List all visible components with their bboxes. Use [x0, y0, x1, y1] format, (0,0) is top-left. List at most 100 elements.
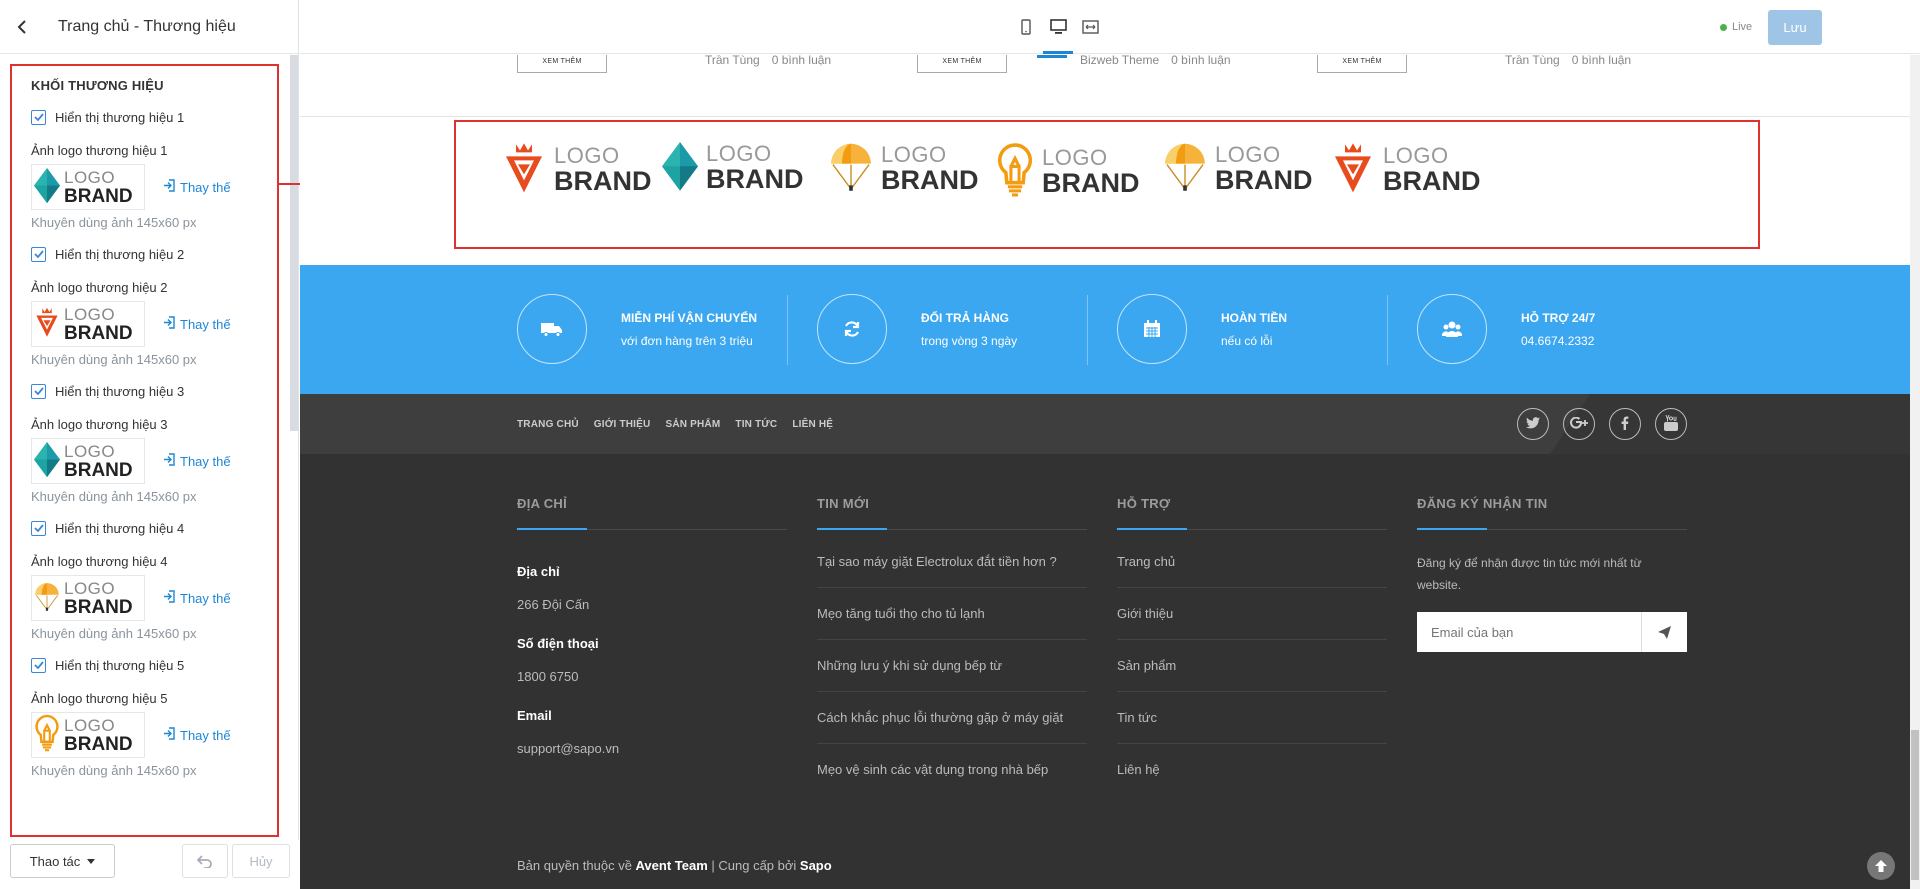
twitter-icon [1526, 416, 1540, 432]
brand-text-top: LOGO [554, 142, 620, 168]
youtube-button[interactable] [1655, 408, 1687, 440]
email-input[interactable] [1417, 612, 1641, 652]
toggle-label: Hiển thị thương hiệu 5 [55, 657, 185, 673]
brands-section[interactable]: LOGO BRAND LOGO BRAND LOGO BRAND LOGO BR… [454, 120, 1760, 249]
brand-visibility-toggle[interactable]: Hiển thị thương hiệu 2 [31, 244, 277, 264]
social-links [1517, 408, 1687, 440]
replace-image-link[interactable]: Thay thế [163, 727, 231, 743]
fullwidth-view-button[interactable] [1081, 17, 1099, 37]
logo-thumbnail[interactable]: LOGO BRAND [31, 164, 145, 210]
footer-nav-link[interactable]: SẢN PHẨM [665, 419, 720, 430]
back-button[interactable] [12, 17, 32, 37]
address-value: 266 Đội Cấn [517, 597, 590, 612]
undo-icon [197, 855, 212, 868]
twitter-button[interactable] [1517, 408, 1549, 440]
replace-image-link[interactable]: Thay thế [163, 453, 231, 469]
image-size-hint: Khuyên dùng ảnh 145x60 px [31, 626, 197, 641]
replace-image-link[interactable]: Thay thế [163, 316, 231, 332]
toggle-label: Hiển thị thương hiệu 4 [55, 520, 185, 536]
feature-subtitle: 04.6674.2332 [1521, 333, 1595, 348]
replace-image-link[interactable]: Thay thế [163, 590, 231, 606]
news-link[interactable]: Tại sao máy giặt Electrolux đắt tiền hơn… [817, 536, 1087, 588]
footer-address-col: ĐỊA CHỈ Địa chỉ 266 Đội Cấn Số điện thoạ… [517, 496, 787, 756]
support-link[interactable]: Liên hệ [1117, 744, 1387, 795]
news-link[interactable]: Mẹo tăng tuổi thọ cho tủ lạnh [817, 588, 1087, 640]
brand-logo[interactable]: LOGO BRAND [662, 142, 804, 194]
brand-logo[interactable]: LOGO BRAND [829, 142, 979, 196]
brand-logo[interactable]: LOGO BRAND [1163, 142, 1313, 196]
preview-scrollbar-thumb[interactable] [1911, 730, 1919, 880]
support-link[interactable]: Tin tức [1117, 692, 1387, 744]
support-link[interactable]: Giới thiệu [1117, 588, 1387, 640]
read-more-button[interactable]: XEM THÊM [1317, 55, 1407, 73]
logo-thumbnail[interactable]: LOGO BRAND [31, 575, 145, 621]
checkbox-checked-icon[interactable] [31, 657, 46, 673]
brand-text-top: LOGO [706, 140, 772, 166]
news-link[interactable]: Mẹo vệ sinh các vật dụng trong nhà bếp [817, 744, 1087, 795]
facebook-button[interactable] [1609, 408, 1641, 440]
news-link[interactable]: Cách khắc phục lỗi thường gặp ở máy giặt [817, 692, 1087, 744]
read-more-button[interactable]: XEM THÊM [917, 55, 1007, 73]
blog-strip: XEM THÊM Trần Tùng 0 bình luận XEM THÊM … [300, 55, 1910, 117]
live-label: Live [1732, 21, 1753, 33]
brand-text-bottom: BRAND [881, 164, 979, 195]
news-link[interactable]: Những lưu ý khi sử dụng bếp từ [817, 640, 1087, 692]
logo-image-row: LOGO BRAND Thay thế [31, 574, 277, 622]
checkbox-checked-icon[interactable] [31, 246, 46, 262]
footer-nav-link[interactable]: TIN TỨC [735, 419, 777, 430]
footer-nav-link[interactable]: GIỚI THIỆU [594, 419, 651, 430]
feature-divider [1387, 295, 1388, 365]
logo-image-row: LOGO BRAND Thay thế [31, 437, 277, 485]
brand-text: LOGO BRAND [1042, 147, 1140, 197]
logo-thumbnail[interactable]: LOGO BRAND [31, 712, 145, 758]
live-dot-icon [1720, 23, 1727, 31]
youtube-icon [1664, 414, 1678, 434]
cancel-button[interactable]: Hủy [232, 844, 290, 878]
checkbox-checked-icon[interactable] [31, 520, 46, 536]
footer-nav-link[interactable]: LIÊN HỆ [792, 419, 833, 430]
support-link[interactable]: Sản phẩm [1117, 640, 1387, 692]
lightbulb-icon [996, 142, 1034, 202]
actions-dropdown[interactable]: Thao tác [10, 844, 115, 878]
site-preview: XEM THÊM Trần Tùng 0 bình luận XEM THÊM … [300, 55, 1910, 889]
device-switcher [1017, 17, 1099, 54]
feature-item: HỖ TRỢ 24/7 04.6674.2332 [1417, 294, 1595, 364]
checkbox-checked-icon[interactable] [31, 109, 46, 125]
brand-text-bottom: BRAND [1383, 165, 1481, 196]
footer-nav-link[interactable]: TRANG CHỦ [517, 419, 579, 430]
brand-logo[interactable]: LOGO BRAND [996, 142, 1140, 202]
brand-visibility-toggle[interactable]: Hiển thị thương hiệu 5 [31, 655, 277, 675]
panel-scrollbar[interactable] [290, 55, 298, 431]
checkbox-checked-icon[interactable] [31, 383, 46, 399]
mobile-view-button[interactable] [1017, 17, 1035, 37]
brand-text-top: LOGO [1042, 145, 1108, 170]
replace-label: Thay thế [180, 590, 231, 606]
desktop-view-button[interactable] [1043, 17, 1073, 54]
brand-text-top: LOGO [1215, 141, 1281, 167]
logo-text-bottom: BRAND [64, 322, 133, 344]
undo-button[interactable] [182, 844, 228, 878]
diamond-crown-icon [1331, 142, 1375, 198]
read-more-button[interactable]: XEM THÊM [517, 55, 607, 73]
brand-visibility-toggle[interactable]: Hiển thị thương hiệu 3 [31, 381, 277, 401]
logo-image-row: LOGO BRAND Thay thế [31, 300, 277, 348]
brand-visibility-toggle[interactable]: Hiển thị thương hiệu 4 [31, 518, 277, 538]
brand-text: LOGO BRAND [706, 140, 804, 193]
feature-text: HỖ TRỢ 24/7 04.6674.2332 [1521, 311, 1595, 348]
back-to-top-button[interactable] [1867, 852, 1895, 880]
brand-logo[interactable]: LOGO BRAND [1331, 142, 1481, 198]
logo-thumbnail[interactable]: LOGO BRAND [31, 301, 145, 347]
brand-visibility-toggle[interactable]: Hiển thị thương hiệu 1 [31, 107, 277, 127]
feature-title: MIỄN PHÍ VẬN CHUYỂN [621, 310, 758, 325]
image-size-hint: Khuyên dùng ảnh 145x60 px [31, 489, 197, 504]
replace-image-link[interactable]: Thay thế [163, 179, 231, 195]
subscribe-button[interactable] [1641, 612, 1687, 652]
actions-label: Thao tác [29, 853, 81, 869]
support-link[interactable]: Trang chủ [1117, 536, 1387, 588]
logo-thumbnail[interactable]: LOGO BRAND [31, 438, 145, 484]
google-plus-button[interactable] [1563, 408, 1595, 440]
brand-logo[interactable]: LOGO BRAND [502, 142, 652, 198]
save-button[interactable]: Lưu [1768, 10, 1822, 45]
logo-text: LOGO BRAND [64, 169, 133, 206]
support-list: Trang chủ Giới thiệu Sản phẩm Tin tức Liên h… [1117, 536, 1387, 795]
